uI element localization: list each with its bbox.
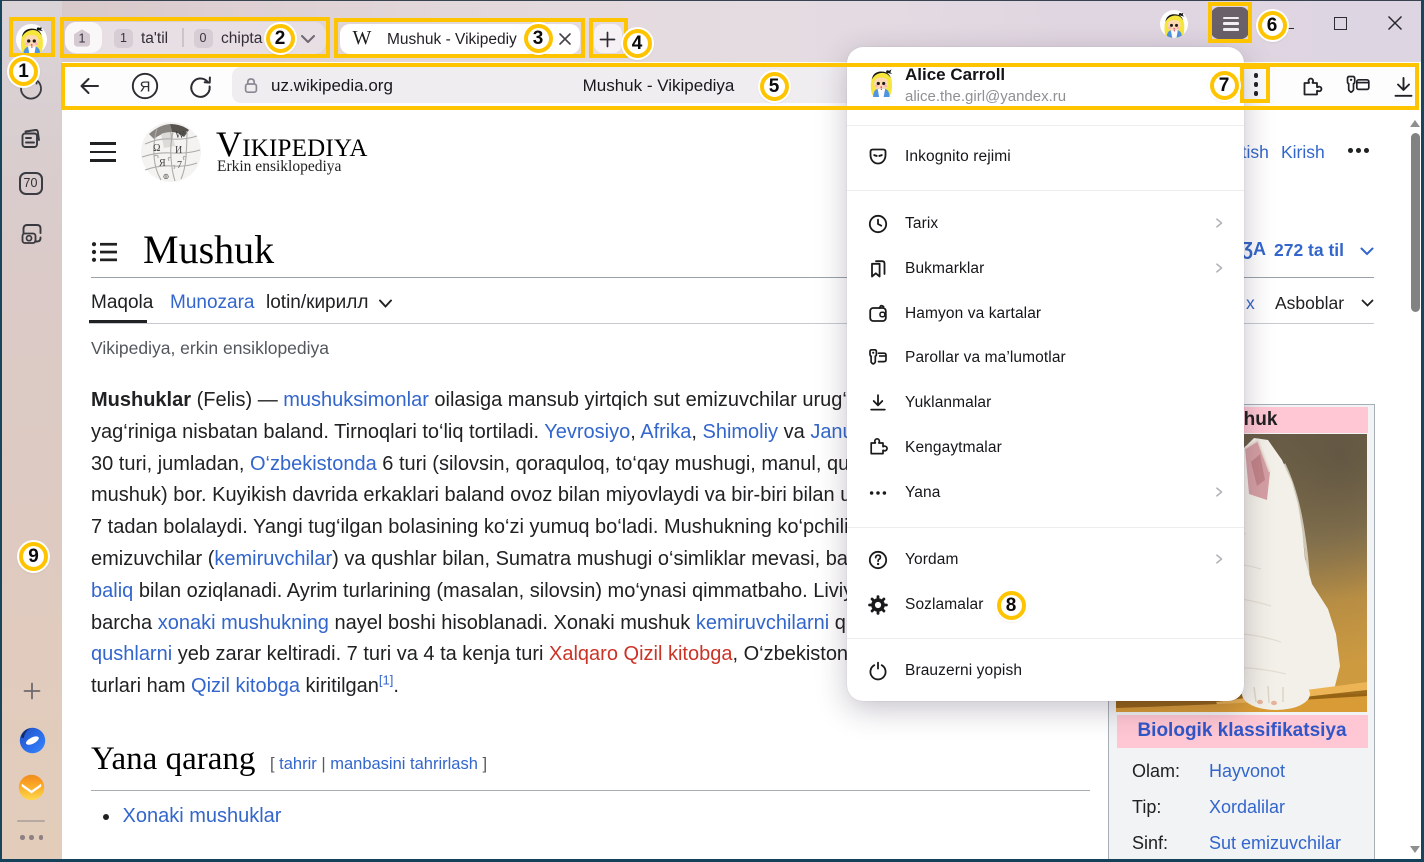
svg-text:๏: ๏ bbox=[163, 171, 169, 182]
svg-text:7: 7 bbox=[177, 160, 182, 171]
svg-text:Ω: Ω bbox=[153, 143, 160, 154]
svg-text:W: W bbox=[175, 130, 185, 141]
svg-text:И: И bbox=[175, 145, 182, 156]
svg-text:Я: Я bbox=[159, 158, 166, 169]
